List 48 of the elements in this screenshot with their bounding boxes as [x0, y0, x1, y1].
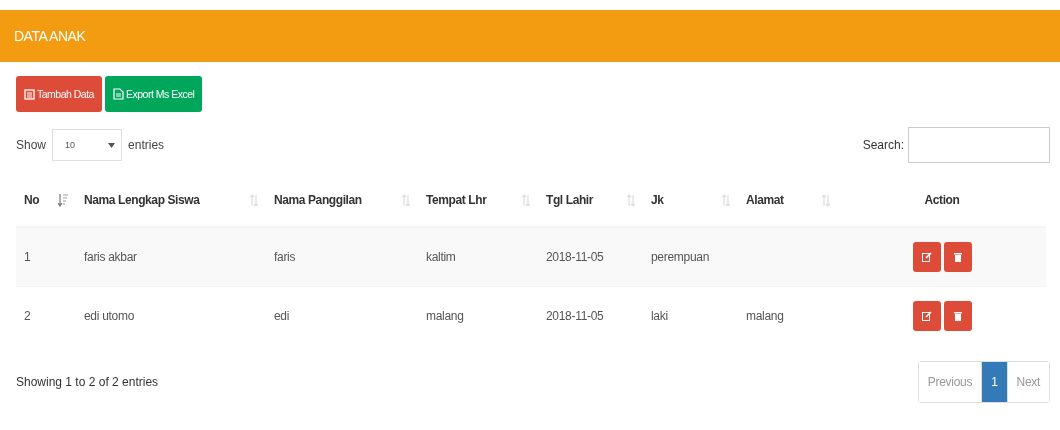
sort-icon[interactable] — [627, 193, 635, 207]
trash-icon — [953, 311, 962, 321]
edit-icon — [921, 252, 932, 262]
sort-icon[interactable] — [250, 193, 258, 207]
sort-icon[interactable] — [402, 193, 410, 207]
document-icon — [112, 88, 124, 100]
column-header[interactable]: Alamat — [746, 193, 784, 207]
edit-button[interactable] — [912, 242, 941, 272]
table-cell: 1 — [24, 250, 31, 264]
table-cell: laki — [651, 309, 668, 323]
page-button[interactable]: 1 — [981, 362, 1007, 402]
table-cell: 2018-11-05 — [546, 250, 604, 264]
column-header[interactable]: Jk — [651, 193, 664, 207]
show-label: Show — [16, 138, 47, 152]
search-field[interactable] — [908, 127, 1050, 163]
table-cell: faris — [274, 250, 296, 264]
sort-icon[interactable] — [522, 193, 530, 207]
edit-icon — [921, 311, 932, 321]
edit-button[interactable] — [912, 301, 941, 331]
search-label: Search: — [862, 138, 904, 152]
sort-icon[interactable] — [822, 193, 830, 207]
panel-title: DATA ANAK — [14, 28, 86, 44]
column-header[interactable]: Tempat Lhr — [426, 193, 487, 207]
column-header[interactable]: Nama Panggilan — [274, 193, 362, 207]
add-button[interactable]: Tambah Data — [16, 76, 102, 112]
table-cell: malang — [746, 309, 784, 323]
table-cell: edi utomo — [84, 309, 134, 323]
table-info: Showing 1 to 2 of 2 entries — [16, 375, 159, 389]
table-cell: kaltim — [426, 250, 456, 264]
column-header[interactable]: No — [24, 193, 40, 207]
column-header[interactable]: Nama Lengkap Siswa — [84, 193, 200, 207]
delete-button[interactable] — [943, 301, 972, 331]
table-cell: 2018-11-05 — [546, 309, 604, 323]
list-icon — [24, 88, 35, 100]
sort-descending-icon[interactable] — [58, 193, 68, 207]
table-cell: perempuan — [651, 250, 709, 264]
delete-button[interactable] — [943, 242, 972, 272]
entries-label: entries — [128, 138, 165, 152]
entries-select[interactable]: 10 — [52, 129, 123, 161]
table-cell: 2 — [24, 309, 31, 323]
table-cell: malang — [426, 309, 464, 323]
table-cell: faris akbar — [84, 250, 137, 264]
table-cell: edi — [274, 309, 290, 323]
sort-icon[interactable] — [722, 193, 730, 207]
dropdown-icon — [108, 142, 116, 148]
column-header[interactable]: Tgl Lahir — [546, 193, 594, 207]
trash-icon — [953, 252, 962, 262]
column-header: Action — [924, 193, 960, 207]
